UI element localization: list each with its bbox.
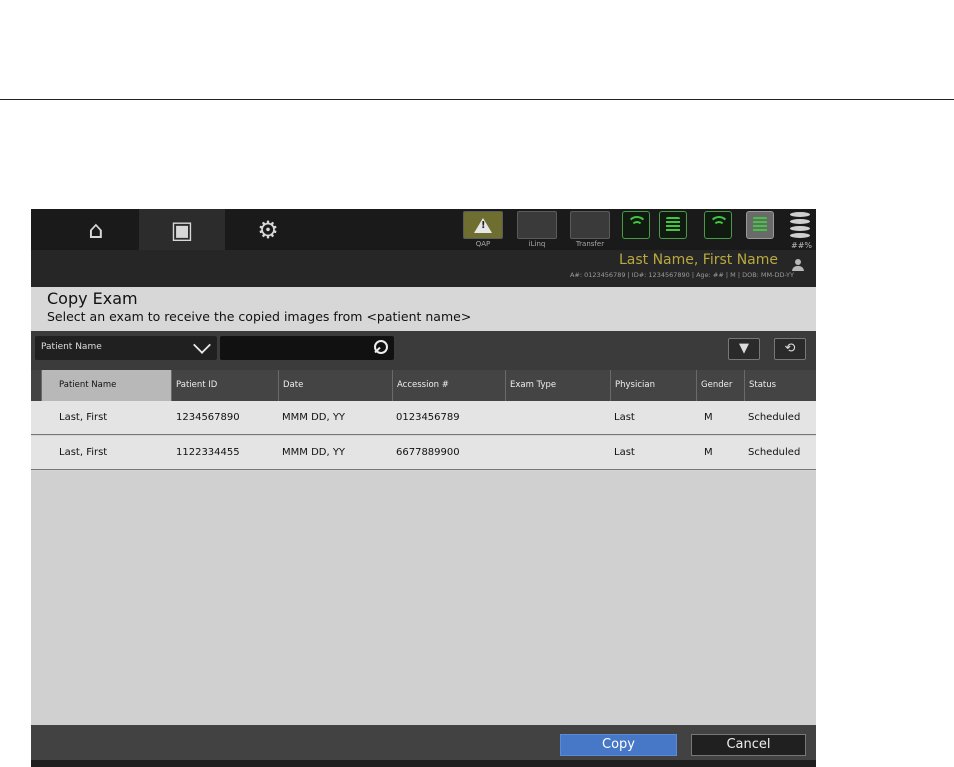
ilinq-label: iLinq bbox=[528, 240, 546, 248]
column-spacer bbox=[31, 370, 41, 401]
cell-physician: Last bbox=[614, 412, 635, 423]
battery-icon[interactable] bbox=[659, 211, 687, 239]
patient-details: A#: 0123456789 | ID#: 1234567890 | Age: … bbox=[569, 271, 794, 279]
gear-icon: ⚙ bbox=[257, 215, 279, 244]
filter-button[interactable]: ▼ bbox=[728, 338, 760, 360]
cell-accession: 0123456789 bbox=[396, 412, 460, 423]
cell-patient-name: Last, First bbox=[59, 447, 108, 458]
table-empty-area bbox=[31, 471, 816, 725]
search-field-value: Patient Name bbox=[41, 342, 102, 352]
cell-physician: Last bbox=[614, 447, 635, 458]
cell-gender: M bbox=[704, 412, 713, 423]
table-row[interactable]: Last, First 1122334455 MMM DD, YY 667788… bbox=[31, 436, 816, 470]
battery-level-icon bbox=[753, 217, 767, 233]
title-area: Copy Exam Select an exam to receive the … bbox=[31, 287, 816, 331]
filter-icon: ▼ bbox=[739, 341, 749, 356]
cancel-button[interactable]: Cancel bbox=[691, 734, 806, 756]
qap-label: QAP bbox=[475, 240, 491, 248]
column-patient-id[interactable]: Patient ID bbox=[171, 370, 278, 401]
column-patient-name[interactable]: Patient Name bbox=[41, 370, 171, 401]
patient-name: Last Name, First Name bbox=[618, 252, 778, 268]
cell-patient-name: Last, First bbox=[59, 412, 108, 423]
page-title: Copy Exam bbox=[47, 289, 138, 308]
tab-patient[interactable]: ▣ bbox=[139, 209, 225, 250]
wifi-arc-small-icon bbox=[713, 221, 725, 233]
wireless-icon[interactable] bbox=[622, 211, 650, 239]
column-accession[interactable]: Accession # bbox=[392, 370, 505, 401]
cell-status: Scheduled bbox=[748, 412, 801, 423]
column-gender[interactable]: Gender bbox=[696, 370, 744, 401]
ilinq-button[interactable] bbox=[517, 211, 557, 239]
wireless-secondary-icon[interactable] bbox=[704, 211, 732, 239]
transfer-label: Transfer bbox=[575, 240, 605, 248]
copy-exam-window: ⌂ ▣ ⚙ QAP iLinq Transfer bbox=[31, 209, 816, 767]
chevron-down-icon bbox=[193, 336, 211, 354]
app-header: ⌂ ▣ ⚙ QAP iLinq Transfer bbox=[31, 209, 816, 287]
user-icon[interactable] bbox=[791, 259, 805, 273]
cell-gender: M bbox=[704, 447, 713, 458]
filter-bar: Patient Name ▼ ⟲ bbox=[31, 331, 816, 370]
wifi-arc-small-icon bbox=[631, 221, 643, 233]
search-icon[interactable] bbox=[374, 340, 388, 354]
battery-level-icon bbox=[666, 217, 680, 233]
cell-status: Scheduled bbox=[748, 447, 801, 458]
transfer-button[interactable] bbox=[570, 211, 610, 239]
page-subtitle: Select an exam to receive the copied ima… bbox=[47, 309, 472, 324]
table-row[interactable]: Last, First 1234567890 MMM DD, YY 012345… bbox=[31, 401, 816, 435]
search-input[interactable] bbox=[220, 336, 394, 360]
column-exam-type[interactable]: Exam Type bbox=[505, 370, 610, 401]
column-date[interactable]: Date bbox=[278, 370, 392, 401]
column-status[interactable]: Status bbox=[744, 370, 816, 401]
warning-icon bbox=[474, 217, 492, 233]
refresh-button[interactable]: ⟲ bbox=[774, 338, 806, 360]
top-divider bbox=[0, 99, 954, 100]
storage-icon bbox=[790, 212, 810, 238]
cell-date: MMM DD, YY bbox=[282, 412, 346, 423]
tab-home[interactable]: ⌂ bbox=[53, 209, 139, 250]
footer-strip bbox=[31, 760, 816, 767]
battery-active-icon[interactable] bbox=[746, 211, 774, 239]
table-header: Patient Name Patient ID Date Accession #… bbox=[31, 370, 816, 401]
cell-patient-id: 1234567890 bbox=[176, 412, 240, 423]
storage-percent: ##% bbox=[791, 241, 813, 250]
cell-patient-id: 1122334455 bbox=[176, 447, 240, 458]
cell-date: MMM DD, YY bbox=[282, 447, 346, 458]
home-icon: ⌂ bbox=[88, 215, 104, 244]
cell-accession: 6677889900 bbox=[396, 447, 460, 458]
qap-button[interactable] bbox=[463, 211, 503, 239]
column-physician[interactable]: Physician bbox=[610, 370, 696, 401]
copy-button[interactable]: Copy bbox=[560, 734, 677, 756]
search-field-dropdown[interactable]: Patient Name bbox=[35, 336, 217, 360]
refresh-icon: ⟲ bbox=[784, 341, 796, 356]
tab-settings[interactable]: ⚙ bbox=[225, 209, 311, 250]
patient-folder-icon: ▣ bbox=[170, 215, 194, 244]
